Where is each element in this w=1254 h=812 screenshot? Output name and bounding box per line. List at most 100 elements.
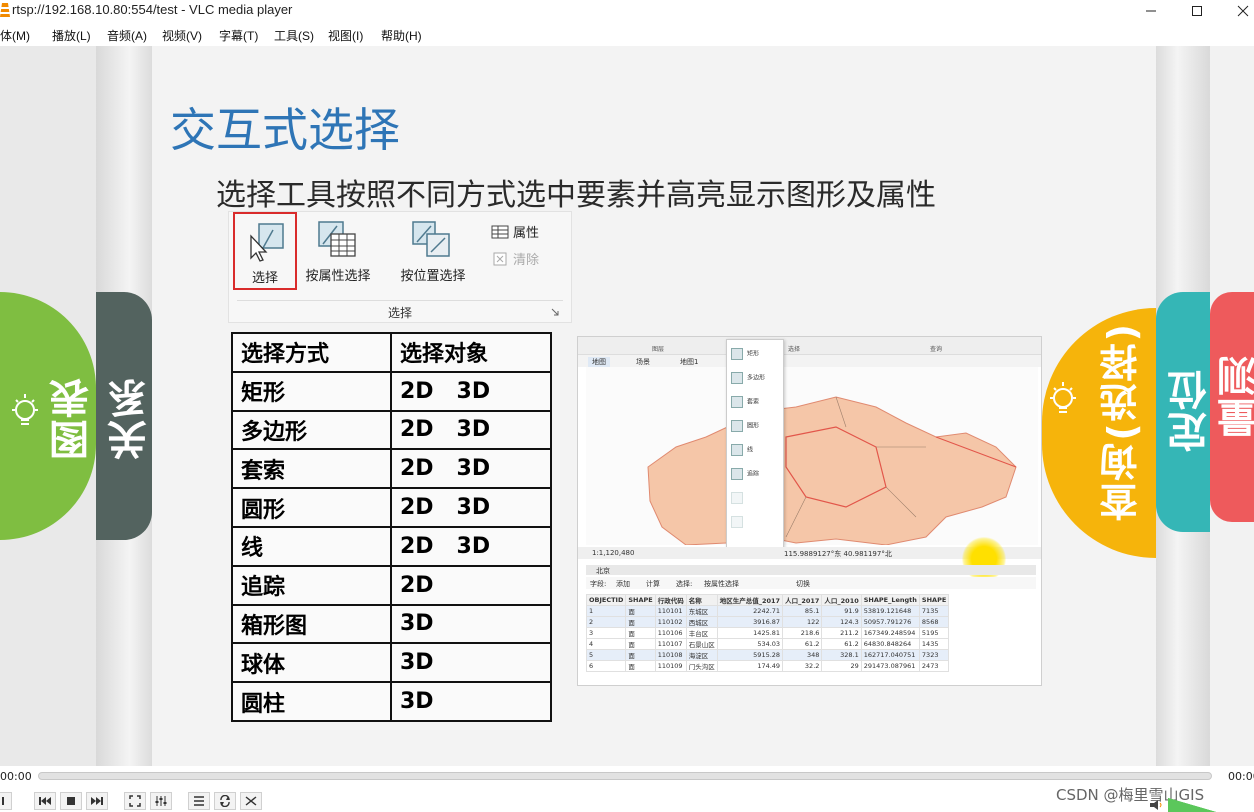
maximize-icon <box>1192 6 1202 16</box>
menu-tools[interactable]: 工具(S) <box>274 27 314 44</box>
ribbon-group-label: 选择 <box>387 306 412 320</box>
lightbulb-icon <box>12 394 38 425</box>
gis-menu-label: 套索 <box>747 398 760 406</box>
attribute-table-icon <box>318 221 356 257</box>
tab-measure-label: 量测 <box>1218 354 1254 438</box>
total-time: 00:00 <box>1228 770 1254 783</box>
seek-bar[interactable] <box>38 772 1212 780</box>
grid-cell: 2 <box>585 616 627 628</box>
menu-media[interactable]: 媒体(M) <box>0 27 30 44</box>
menu-video[interactable]: 视频(V) <box>162 27 202 44</box>
menu-help[interactable]: 帮助(H) <box>381 27 422 44</box>
table-row: 6 面 110109 门头沟区 174.49 32.2 29 291473.087961 247… <box>585 660 950 672</box>
select-by-attribute-button: 按属性选择 <box>299 212 377 290</box>
close-icon <box>1237 5 1249 17</box>
grid-cell: 64830.848264 <box>860 638 920 650</box>
grid-cell: 4 <box>585 638 627 650</box>
grid-cell: 2242.71 <box>716 605 784 617</box>
grid-cell: 面 <box>625 605 656 617</box>
attributes-label: 属性 <box>513 226 540 241</box>
menu-playback[interactable]: 播放(L) <box>52 27 91 44</box>
grid-header: 名称 <box>685 594 718 606</box>
tab-chart: 图表 <box>0 292 96 540</box>
rectangle-select-icon <box>731 348 743 360</box>
playlist-button[interactable] <box>188 792 210 810</box>
grid-cell: 8568 <box>918 616 950 628</box>
gis-menu-item <box>731 492 747 504</box>
table-row: 矩形 2D 3D <box>231 370 552 412</box>
volume-slider[interactable] <box>1168 798 1216 812</box>
table-header: 选择方式 <box>231 332 392 373</box>
grid-cell: 石景山区 <box>685 638 718 650</box>
grid-cell: 5915.28 <box>716 649 784 661</box>
select-by-location-label: 按位置选择 <box>400 269 466 284</box>
table-cell: 矩形 <box>231 370 392 412</box>
clear-icon <box>493 252 507 266</box>
select-cursor-icon <box>250 223 284 262</box>
stop-button[interactable] <box>60 792 82 810</box>
table-row: 球体 3D <box>231 642 552 684</box>
video-area[interactable]: 图表 关系 查询(选择) 定位 量测 交互式选择 选择工具按照不同方式选中要素并… <box>0 46 1254 766</box>
table-header-row: 选择方式 选择对象 <box>231 332 552 373</box>
play-button[interactable] <box>0 792 12 810</box>
extended-settings-button[interactable] <box>150 792 172 810</box>
tab-chart-label: 图表 <box>50 376 96 460</box>
gis-tab: 地图1 <box>680 358 699 366</box>
volume-icon[interactable] <box>1150 800 1166 810</box>
previous-button[interactable] <box>34 792 56 810</box>
shuffle-button[interactable] <box>240 792 262 810</box>
line-select-icon <box>731 444 743 456</box>
grid-cell: 3916.87 <box>716 616 784 628</box>
selection-methods-table: 选择方式 选择对象 矩形 2D 3D 多边形 2D 3D 套索 2D 3D 圆形 2D … <box>231 332 552 722</box>
play-icon <box>2 797 4 805</box>
table-row: 2 面 110102 西城区 3916.87 122 124.3 50957.791276 85… <box>585 616 950 628</box>
sphere-select-icon <box>731 516 743 528</box>
table-cell: 圆柱 <box>231 681 392 722</box>
minimize-button[interactable] <box>1128 0 1174 22</box>
grid-cell: 面 <box>625 616 656 628</box>
circle-select-icon <box>731 420 743 432</box>
fullscreen-button[interactable] <box>124 792 146 810</box>
gis-tool-label: 计算 <box>646 580 660 588</box>
grid-cell: 1425.81 <box>716 627 784 639</box>
previous-icon <box>39 797 51 805</box>
grid-cell: 110102 <box>654 616 687 628</box>
grid-header: 人口_2017 <box>782 594 823 606</box>
gis-menu-label: 多边形 <box>747 374 766 382</box>
launcher-icon <box>551 308 559 316</box>
shuffle-icon <box>245 796 257 806</box>
table-cell: 箱形图 <box>231 603 392 645</box>
grid-cell: 53819.121648 <box>860 605 920 617</box>
menu-audio[interactable]: 音频(A) <box>107 27 147 44</box>
close-button[interactable] <box>1220 0 1254 22</box>
table-cell: 追踪 <box>231 564 392 606</box>
gis-tab: 场景 <box>636 358 650 366</box>
grid-header: 人口_2010 <box>821 594 862 606</box>
next-button[interactable] <box>86 792 108 810</box>
clear-button: 清除 <box>491 249 539 268</box>
clear-label: 清除 <box>513 253 540 268</box>
grid-cell: 110107 <box>654 638 687 650</box>
table-cell: 多边形 <box>231 409 392 451</box>
lightbulb-icon <box>1050 382 1076 413</box>
table-header-row: OBJECTID SHAPE 行政代码 名称 地区生产总值_2017 人口_20… <box>585 594 950 606</box>
menu-bar: 媒体(M) 播放(L) 音频(A) 视频(V) 字幕(T) 工具(S) 视图(I… <box>0 24 1254 46</box>
grid-cell: 29 <box>821 660 862 672</box>
table-cell: 2D 3D <box>390 409 552 451</box>
grid-header: 行政代码 <box>654 594 687 606</box>
table-row: 箱形图 3D <box>231 603 552 645</box>
table-row: 线 2D 3D <box>231 525 552 567</box>
ribbon-divider <box>237 300 563 301</box>
tab-query-label: 查询(选择) <box>1100 322 1144 521</box>
grid-cell: 61.2 <box>782 638 823 650</box>
grid-cell: 2473 <box>918 660 950 672</box>
menu-subtitle[interactable]: 字幕(T) <box>219 27 258 44</box>
maximize-button[interactable] <box>1174 0 1220 22</box>
grid-cell: 西城区 <box>685 616 718 628</box>
loop-button[interactable] <box>214 792 236 810</box>
playback-controls: 00:00 00:00 CSDN @梅里雪山GIS <box>0 766 1254 812</box>
vlc-window: rtsp://192.168.10.80:554/test - VLC medi… <box>0 0 1254 812</box>
arcgis-screenshot: 图层 选择 查询 地图 场景 地图1 矩形 多边形 套索 圆形 线 追踪 1:1… <box>577 336 1042 686</box>
menu-view[interactable]: 视图(I) <box>328 27 363 44</box>
grid-header: SHAPE_Length <box>860 594 920 606</box>
